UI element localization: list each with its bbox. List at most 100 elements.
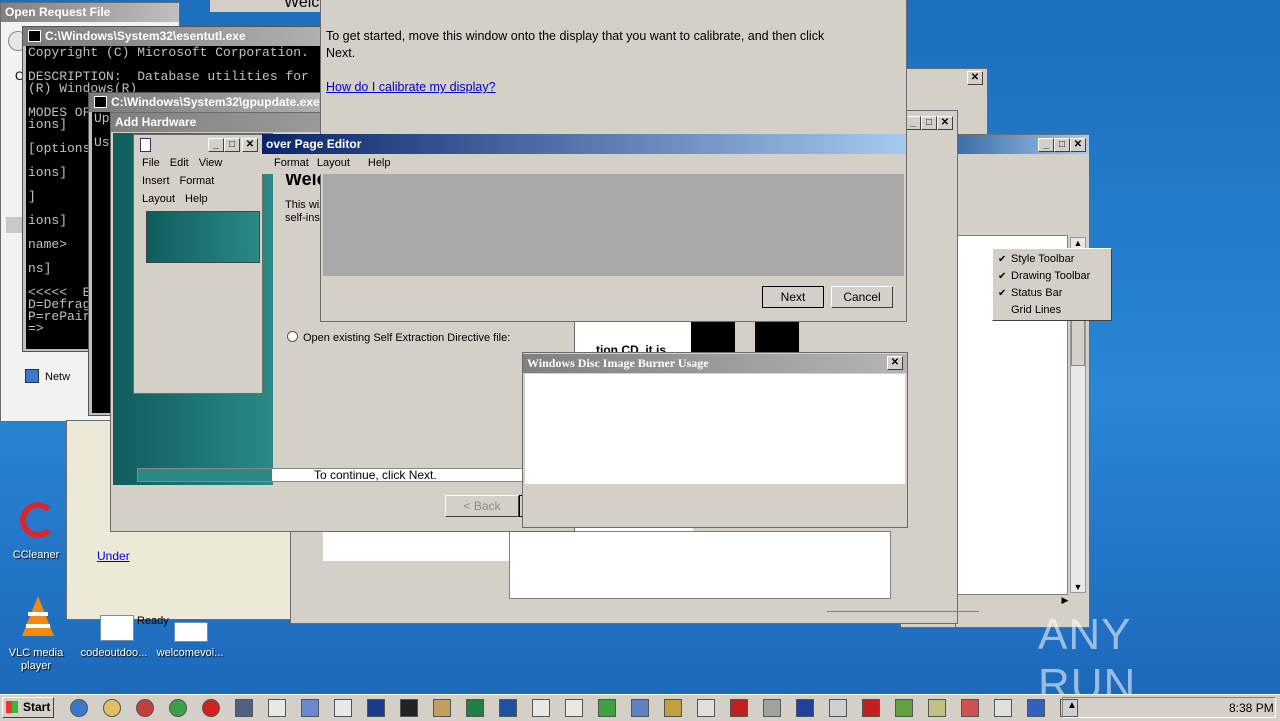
close-icon[interactable]: ✕ [967,71,983,85]
disc-burner-window[interactable]: Windows Disc Image Burner Usage ✕ [522,352,908,528]
window-title-text: C:\Windows\System32\esentutl.exe [45,29,246,43]
calibrate-text-2: Next. [326,46,356,60]
menu-insert[interactable]: Insert [142,175,170,187]
opera-icon[interactable] [202,699,220,717]
window-title: C:\Windows\System32\gpupdate.exe [89,93,327,112]
menu-format[interactable]: Format [274,157,309,169]
network-icon [25,369,39,383]
checkmark-icon: ✔ [998,271,1007,282]
program-icon[interactable] [829,699,847,717]
search-icon[interactable] [664,699,682,717]
black-block [691,321,735,355]
program-icon[interactable] [763,699,781,717]
tray-clock[interactable]: 8:38 PM [1229,701,1274,715]
menu-file[interactable]: File [142,157,160,169]
context-menu-item[interactable]: Grid Lines [993,302,1111,319]
ccleaner-label[interactable]: CCleaner [2,549,70,562]
program-icon[interactable] [796,699,814,717]
ie-icon[interactable] [70,699,88,717]
program-icon[interactable] [367,699,385,717]
calibrate-text-1: To get started, move this window onto th… [326,29,825,43]
minimize-icon[interactable]: _ [208,138,224,152]
menu-layout[interactable]: Layout [142,193,175,205]
usage-text-area [525,374,905,484]
open-existing-radio[interactable] [287,331,298,342]
program-icon[interactable] [565,699,583,717]
menu-help[interactable]: Help [185,193,208,205]
cancel-button[interactable]: Cancel [831,286,893,308]
cover-page-editor-titlebar[interactable]: over Page Editor [262,134,906,154]
windows-logo-icon [6,701,18,713]
program-icon[interactable] [334,699,352,717]
close-icon[interactable]: ✕ [242,138,258,152]
window-title-text: C:\Windows\System32\gpupdate.exe [111,95,320,109]
program-icon[interactable] [994,699,1012,717]
menu-layout[interactable]: Layout [317,157,350,169]
menu-format[interactable]: Format [180,175,215,187]
media-player-icon[interactable] [136,699,154,717]
calibrate-top-strip: Welc [210,0,320,12]
program-icon[interactable] [895,699,913,717]
continue-bar: To continue, click Next. [137,468,527,482]
chrome-icon[interactable] [169,699,187,717]
taskbar: Start ▲ 8:38 PM [0,694,1280,721]
program-icon[interactable] [730,699,748,717]
window-title: Windows Disc Image Burner Usage [523,354,907,373]
chrome-icon[interactable] [598,699,616,717]
context-menu-item[interactable]: ✔ Drawing Toolbar [993,268,1111,285]
codeoutdoo-label[interactable]: codeoutdoo... [72,647,156,660]
back-button[interactable]: < Back [445,495,519,517]
background-right-window-2[interactable]: _ □ ✕ ▲ ▼ ▶ [955,134,1090,628]
menu-edit[interactable]: Edit [170,157,189,169]
minimize-icon[interactable]: _ [905,116,921,130]
close-icon[interactable]: ✕ [937,116,953,130]
document-icon[interactable] [100,615,134,641]
cmd-icon[interactable] [400,699,418,717]
vlc-label[interactable]: VLC media player [4,647,68,673]
document-icon[interactable] [174,622,208,642]
program-icon[interactable] [961,699,979,717]
program-icon[interactable] [433,699,451,717]
context-menu-item[interactable]: ✔ Status Bar [993,285,1111,302]
menu-view[interactable]: View [199,157,223,169]
scroll-right-icon[interactable]: ▶ [1058,595,1072,609]
maximize-icon[interactable]: □ [921,116,937,130]
program-icon[interactable] [862,699,880,717]
context-menu-item[interactable]: ✔ Style Toolbar [993,251,1111,268]
menu-help[interactable]: Help [368,157,391,169]
program-icon[interactable] [466,699,484,717]
close-icon[interactable]: ✕ [887,356,903,370]
ccleaner-icon[interactable] [16,498,58,542]
vlc-icon[interactable] [22,596,54,640]
next-button[interactable]: Next [762,286,824,308]
show-hidden-icon[interactable]: ▲ [1067,700,1077,711]
program-icon[interactable] [532,699,550,717]
close-icon[interactable]: ✕ [1070,138,1086,152]
context-menu-label: Drawing Toolbar [1011,270,1091,282]
program-icon[interactable] [235,699,253,717]
panel-white [509,531,891,599]
document-icon [140,138,151,152]
explorer-icon[interactable] [103,699,121,717]
network-label[interactable]: Netw [45,371,70,383]
welcomevoi-label[interactable]: welcomevoi... [148,647,232,660]
black-block [755,321,799,355]
program-icon[interactable] [268,699,286,717]
editor-teal-area [146,211,260,263]
under-link[interactable]: Under [97,549,130,563]
program-icon[interactable] [697,699,715,717]
maximize-icon[interactable]: □ [1054,138,1070,152]
small-editor-window[interactable]: _ □ ✕ File Edit View Insert Format Layout He… [133,134,263,394]
checkmark-icon: ✔ [998,254,1007,265]
maximize-icon[interactable]: □ [224,138,240,152]
minimize-icon[interactable]: _ [1038,138,1054,152]
window-title-text: over Page Editor [266,137,362,151]
program-icon[interactable] [928,699,946,717]
program-icon[interactable] [301,699,319,717]
info-icon[interactable] [1027,699,1045,717]
scroll-down-icon[interactable]: ▼ [1071,582,1085,592]
window-title: C:\Windows\System32\esentutl.exe [23,27,321,46]
program-icon[interactable] [631,699,649,717]
calibrate-help-link[interactable]: How do I calibrate my display? [326,80,496,94]
program-icon[interactable] [499,699,517,717]
